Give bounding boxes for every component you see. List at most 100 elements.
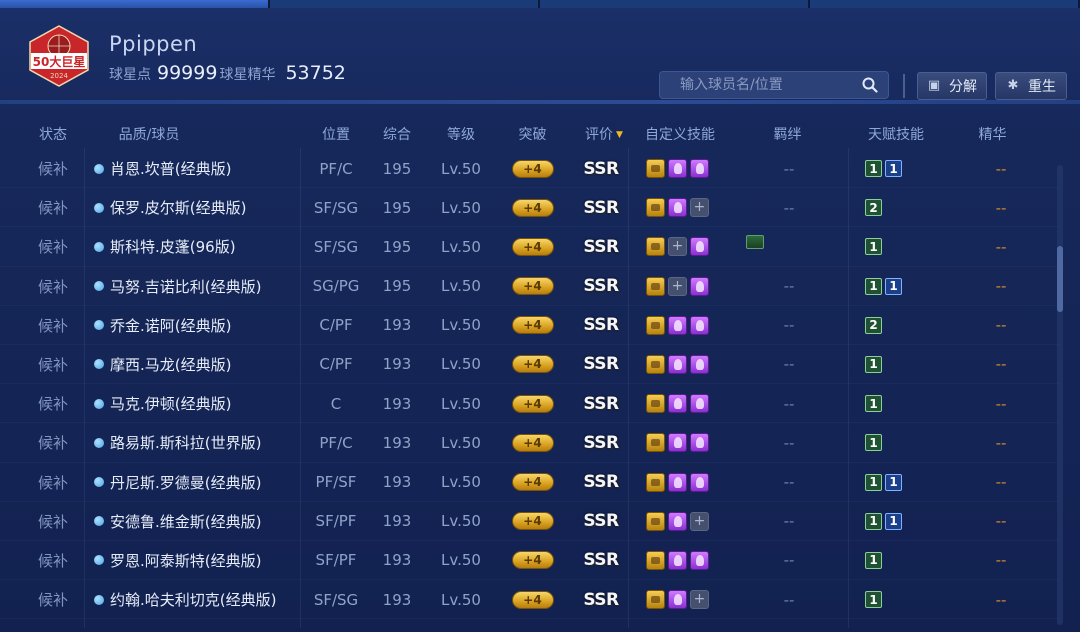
player-skill-icon[interactable] bbox=[668, 198, 687, 218]
bond-cell: -- bbox=[730, 502, 848, 541]
talent-level-badge[interactable]: 1 bbox=[865, 238, 882, 256]
player-name-cell[interactable]: 约翰.哈夫利切克(经典版) bbox=[94, 580, 304, 619]
add-skill-icon[interactable]: + bbox=[668, 237, 687, 257]
overall-text: 193 bbox=[382, 590, 412, 609]
bond-team-icon[interactable] bbox=[746, 235, 764, 250]
col-breakthrough[interactable]: 突破 bbox=[505, 124, 560, 144]
talent-level-badge[interactable]: 1 bbox=[885, 160, 902, 177]
player-skill-icon[interactable] bbox=[668, 315, 687, 335]
player-name: 马克.伊顿(经典版) bbox=[110, 395, 232, 414]
crown-skill-icon[interactable] bbox=[646, 394, 665, 414]
player-row[interactable]: 候补 摩西.马龙(经典版) C/PF 193 Lv.50 +4 SSR -- 1 -- bbox=[0, 345, 1060, 385]
talent-skills-cell: 1 bbox=[860, 423, 950, 462]
crown-skill-icon[interactable] bbox=[646, 511, 665, 531]
player-skill-icon[interactable] bbox=[668, 550, 687, 570]
col-level[interactable]: 等级 bbox=[432, 124, 490, 144]
player-skill-icon[interactable] bbox=[690, 276, 709, 296]
player-row[interactable]: 候补 罗恩.阿泰斯特(经典版) SF/PF 193 Lv.50 +4 SSR -- 1 -- bbox=[0, 541, 1060, 581]
player-name-cell[interactable]: 肖恩.坎普(经典版) bbox=[94, 149, 304, 188]
talent-level-badge[interactable]: 2 bbox=[865, 316, 882, 334]
player-name: 罗恩.阿泰斯特(经典版) bbox=[110, 551, 262, 570]
player-skill-icon[interactable] bbox=[668, 433, 687, 453]
search-input[interactable] bbox=[660, 77, 850, 93]
talent-level-badge[interactable]: 1 bbox=[885, 512, 902, 530]
add-skill-icon[interactable]: + bbox=[690, 590, 709, 610]
player-name-cell[interactable]: 乔金.诺阿(经典版) bbox=[94, 306, 304, 345]
add-skill-icon[interactable]: + bbox=[690, 511, 709, 531]
player-row[interactable]: 候补 路易斯.斯科拉(世界版) PF/C 193 Lv.50 +4 SSR -- 1 -- bbox=[0, 423, 1060, 463]
player-row[interactable]: 候补 肖恩.坎普(经典版) PF/C 195 Lv.50 +4 SSR -- 1 1 -- bbox=[0, 149, 1060, 189]
player-row[interactable]: 候补 保罗.皮尔斯(经典版) SF/SG 195 Lv.50 +4 SSR + -- 2 -- bbox=[0, 188, 1060, 228]
talent-level-badge[interactable]: 1 bbox=[865, 160, 882, 177]
crown-skill-icon[interactable] bbox=[646, 472, 665, 492]
player-skill-icon[interactable] bbox=[668, 394, 687, 414]
scrollbar-track[interactable] bbox=[1057, 165, 1063, 625]
col-quality-player[interactable]: 品质/球员 bbox=[94, 124, 204, 144]
player-name-cell[interactable]: 马克.伊顿(经典版) bbox=[94, 384, 304, 423]
crown-skill-icon[interactable] bbox=[646, 315, 665, 335]
player-skill-icon[interactable] bbox=[668, 590, 687, 610]
talent-level-badge[interactable]: 1 bbox=[865, 551, 882, 569]
talent-level-badge[interactable]: 1 bbox=[865, 473, 882, 491]
talent-level-badge[interactable]: 1 bbox=[885, 277, 902, 295]
custom-skills-cell bbox=[640, 423, 720, 462]
reborn-button[interactable]: ✱ 重生 bbox=[995, 72, 1067, 100]
talent-level-badge[interactable]: 1 bbox=[885, 473, 902, 491]
breakthrough-badge: +4 bbox=[511, 551, 554, 570]
player-name-cell[interactable]: 丹尼斯.罗德曼(经典版) bbox=[94, 463, 304, 502]
player-row[interactable]: 候补 安德鲁.维金斯(经典版) SF/PF 193 Lv.50 +4 SSR + -- 1 1 -- bbox=[0, 502, 1060, 541]
crown-skill-icon[interactable] bbox=[646, 550, 665, 570]
player-skill-icon[interactable] bbox=[690, 433, 709, 453]
crown-skill-icon[interactable] bbox=[646, 354, 665, 374]
player-row[interactable]: 候补 马克.伊顿(经典版) C 193 Lv.50 +4 SSR -- 1 -- bbox=[0, 384, 1060, 424]
player-name-cell[interactable]: 斯科特.皮蓬(96版) bbox=[94, 227, 304, 266]
player-skill-icon[interactable] bbox=[690, 354, 709, 374]
player-name-cell[interactable]: 安德鲁.维金斯(经典版) bbox=[94, 502, 304, 541]
add-skill-icon[interactable]: + bbox=[690, 198, 709, 218]
player-row[interactable]: 候补 斯科特.皮蓬(96版) SF/SG 195 Lv.50 +4 SSR +1 -- bbox=[0, 227, 1060, 267]
player-name-cell[interactable]: 路易斯.斯科拉(世界版) bbox=[94, 423, 304, 462]
talent-level-badge[interactable]: 1 bbox=[865, 591, 882, 609]
crown-skill-icon[interactable] bbox=[646, 159, 665, 178]
scrollbar-thumb[interactable] bbox=[1057, 246, 1063, 312]
crown-skill-icon[interactable] bbox=[646, 237, 665, 257]
player-skill-icon[interactable] bbox=[668, 511, 687, 531]
player-row[interactable]: 候补 丹尼斯.罗德曼(经典版) PF/SF 193 Lv.50 +4 SSR -- 1 1 -- bbox=[0, 463, 1060, 502]
crown-skill-icon[interactable] bbox=[646, 276, 665, 296]
player-skill-icon[interactable] bbox=[668, 354, 687, 374]
player-row[interactable]: 候补 乔金.诺阿(经典版) C/PF 193 Lv.50 +4 SSR -- 2 -- bbox=[0, 306, 1060, 345]
player-name-cell[interactable]: 马努.吉诺比利(经典版) bbox=[94, 267, 304, 306]
breakthrough-badge: +4 bbox=[511, 473, 554, 491]
crown-skill-icon[interactable] bbox=[646, 433, 665, 453]
crown-skill-icon[interactable] bbox=[646, 198, 665, 218]
essence-value: 53752 bbox=[285, 62, 346, 84]
col-rating-wrap[interactable]: 评价 ▼ bbox=[573, 124, 635, 144]
player-skill-icon[interactable] bbox=[668, 472, 687, 492]
player-row[interactable]: 候补 约翰.哈夫利切克(经典版) SF/SG 193 Lv.50 +4 SSR + -- 1 -- bbox=[0, 580, 1060, 620]
player-skill-icon[interactable] bbox=[668, 159, 687, 178]
talent-level-badge[interactable]: 2 bbox=[865, 199, 882, 217]
player-skill-icon[interactable] bbox=[690, 237, 709, 257]
add-skill-icon[interactable]: + bbox=[668, 276, 687, 296]
player-name-cell[interactable]: 摩西.马龙(经典版) bbox=[94, 345, 304, 384]
talent-level-badge[interactable]: 1 bbox=[865, 355, 882, 373]
custom-skills-cell: + bbox=[640, 188, 720, 227]
talent-level-badge[interactable]: 1 bbox=[865, 395, 882, 413]
search-icon[interactable] bbox=[862, 77, 878, 93]
player-row[interactable]: 候补 马努.吉诺比利(经典版) SG/PG 195 Lv.50 +4 SSR + -- 1 1 -- bbox=[0, 267, 1060, 306]
player-skill-icon[interactable] bbox=[690, 550, 709, 570]
breakthrough-cell: +4 bbox=[505, 227, 560, 266]
col-overall[interactable]: 综合 bbox=[371, 124, 423, 144]
player-skill-icon[interactable] bbox=[690, 159, 709, 178]
talent-level-badge[interactable]: 1 bbox=[865, 277, 882, 295]
talent-level-badge[interactable]: 1 bbox=[865, 512, 882, 530]
player-name-cell[interactable]: 保罗.皮尔斯(经典版) bbox=[94, 188, 304, 227]
decompose-button[interactable]: ▣ 分解 bbox=[917, 72, 987, 100]
player-name-cell[interactable]: 罗恩.阿泰斯特(经典版) bbox=[94, 541, 304, 580]
player-skill-icon[interactable] bbox=[690, 315, 709, 335]
player-skill-icon[interactable] bbox=[690, 472, 709, 492]
crown-skill-icon[interactable] bbox=[646, 590, 665, 610]
player-skill-icon[interactable] bbox=[690, 394, 709, 414]
talent-level-badge[interactable]: 1 bbox=[865, 434, 882, 452]
overall-text: 195 bbox=[382, 277, 412, 296]
